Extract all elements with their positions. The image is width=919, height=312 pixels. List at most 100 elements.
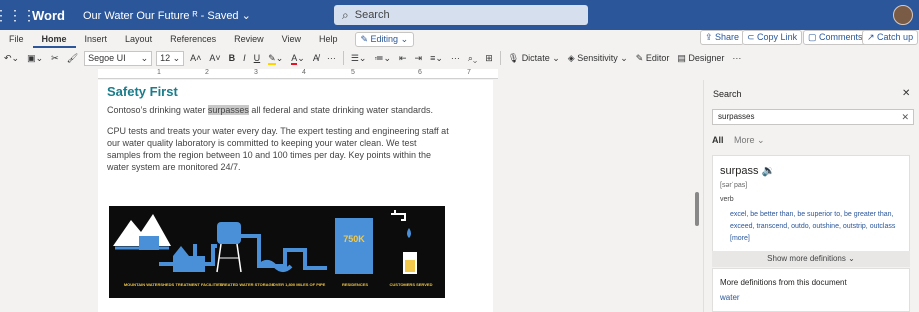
bullets-icon[interactable]: ☰⌄ — [347, 50, 371, 66]
cut-icon[interactable]: ✂ — [47, 50, 63, 66]
search-icon: ⌕ — [342, 7, 349, 22]
definition-word: surpass 🔉 — [720, 164, 775, 177]
ruler-tick: 5 — [351, 69, 355, 76]
water-drop-icon — [407, 228, 411, 238]
more-definitions-link[interactable]: water — [720, 293, 740, 302]
search-box[interactable]: ⌕ Search — [334, 5, 588, 25]
avatar[interactable] — [893, 5, 913, 25]
editing-mode-button[interactable]: ✎ Editing ⌄ — [354, 31, 415, 47]
paragraph-2: CPU tests and treats your water every da… — [107, 126, 449, 172]
font-name-select[interactable]: Segoe UI ⌄ — [84, 50, 153, 66]
treatment-facility-icon — [173, 256, 205, 272]
underline-icon[interactable]: U — [250, 50, 265, 66]
infographic-caption: MOUNTAIN WATERSHEDS — [124, 282, 175, 287]
editor-label: Editor — [645, 53, 670, 63]
document-page[interactable]: Safety First Contoso’s drinking water su… — [98, 80, 493, 312]
app-name[interactable]: Word — [32, 8, 65, 23]
dictate-button[interactable]: 🎙 Dictate ⌄ — [504, 50, 564, 66]
catch-up-button[interactable]: ↗ Catch up — [862, 30, 919, 45]
share-label: Share — [715, 32, 740, 42]
decrease-indent-icon[interactable]: ⇤ — [395, 50, 411, 66]
font-size-value: 12 — [160, 52, 171, 63]
tab-help[interactable]: Help — [310, 30, 347, 48]
font-size-select[interactable]: 12 ⌄ — [156, 50, 185, 66]
show-more-definitions-button[interactable]: Show more definitions ⌄ — [712, 251, 910, 267]
sensitivity-button[interactable]: ◈ Sensitivity ⌄ — [564, 50, 632, 66]
align-icon[interactable]: ≡⌄ — [426, 50, 447, 66]
show-more-label: Show more definitions — [767, 254, 846, 263]
ruler-tick: 3 — [254, 69, 258, 76]
highlighted-word: surpasses — [207, 105, 249, 115]
infographic-caption: TREATED WATER STORAGE — [220, 282, 275, 287]
water-infographic[interactable]: 750K MOUNTAIN WATERSHEDS TREATMENT FACIL… — [109, 206, 445, 298]
chevron-down-icon: ⌄ — [140, 52, 149, 63]
chevron-down-icon: ⌄ — [172, 52, 181, 63]
find-icon[interactable]: ⌕⌄ — [464, 50, 481, 66]
tab-file[interactable]: File — [0, 30, 33, 48]
ruler: 1 2 3 4 5 6 7 — [98, 69, 498, 79]
infographic-caption: TREATMENT FACILITIES — [175, 282, 222, 287]
page-heading: Safety First — [107, 84, 178, 99]
infographic-svg: 750K MOUNTAIN WATERSHEDS TREATMENT FACIL… — [113, 210, 433, 287]
more-definitions-title: More definitions from this document — [720, 278, 847, 287]
tab-home[interactable]: Home — [32, 30, 76, 48]
tab-layout[interactable]: Layout — [116, 30, 161, 48]
designer-button[interactable]: ▤ Designer — [673, 50, 728, 66]
sensitivity-label: Sensitivity — [577, 53, 618, 63]
speaker-icon[interactable]: 🔉 — [762, 165, 776, 177]
increase-indent-icon[interactable]: ⇥ — [411, 50, 427, 66]
chevron-down-icon: ⌄ — [241, 9, 251, 22]
search-panel-input[interactable]: surpasses ✕ — [712, 109, 914, 125]
comments-button[interactable]: ▢ Comments — [803, 30, 868, 45]
tab-insert[interactable]: Insert — [76, 30, 117, 48]
more-paragraph-icon[interactable]: ··· — [447, 50, 464, 66]
faucet-icon — [391, 210, 406, 221]
designer-label: Designer — [688, 53, 725, 63]
editor-icon: ✎ — [635, 53, 644, 63]
search-panel-title: Search — [713, 89, 742, 99]
sync-icon: ᴿ — [192, 9, 198, 22]
font-color-icon[interactable]: A⌄ — [287, 50, 309, 66]
designer-icon: ▤ — [677, 53, 686, 63]
italic-icon[interactable]: I — [239, 50, 250, 66]
highlight-icon[interactable]: ✎⌄ — [264, 50, 287, 66]
grow-font-icon[interactable]: A˄ — [186, 50, 205, 66]
paste-icon[interactable]: ▣⌄ — [23, 50, 47, 66]
copy-link-button[interactable]: ⊂ Copy Link — [742, 30, 803, 45]
undo-icon[interactable]: ↶⌄ — [0, 50, 23, 66]
editor-button[interactable]: ✎ Editor — [632, 50, 674, 66]
numbering-icon[interactable]: ≔⌄ — [370, 50, 395, 66]
filter-all[interactable]: All — [712, 135, 724, 145]
search-query: surpasses — [718, 112, 755, 121]
search-filters: All More ⌄ — [712, 135, 765, 146]
filter-more[interactable]: More ⌄ — [734, 135, 765, 145]
document-scrollbar[interactable] — [695, 192, 699, 226]
more-options-icon[interactable]: ··· — [728, 50, 745, 66]
format-painter-icon[interactable]: 🖌 — [63, 50, 82, 66]
styles-icon[interactable]: ⊞ — [481, 50, 497, 66]
document-title: Our Water Our Future — [82, 9, 190, 22]
tab-view[interactable]: View — [273, 30, 310, 48]
tab-review[interactable]: Review — [225, 30, 273, 48]
synonyms-list[interactable]: excel, be better than, be superior to, b… — [730, 209, 905, 245]
clear-format-icon[interactable]: A̸ — [309, 50, 323, 66]
close-icon[interactable]: ✕ — [902, 88, 910, 99]
document-name[interactable]: Our Water Our Future ᴿ - Saved ⌄ — [83, 9, 251, 22]
tank-label: 750K — [343, 234, 365, 244]
paragraph-1-after: all federal and state drinking water sta… — [248, 105, 434, 115]
shrink-font-icon[interactable]: A˅ — [205, 50, 224, 66]
tab-references[interactable]: References — [161, 30, 225, 48]
ruler-tick: 1 — [157, 69, 161, 76]
filter-more-label: More — [734, 135, 755, 145]
paragraph-1-before: Contoso’s drinking water — [107, 105, 208, 115]
ruler-tick: 2 — [205, 69, 209, 76]
water-tower-icon — [217, 222, 241, 244]
sensitivity-icon: ◈ — [567, 53, 575, 63]
bold-icon[interactable]: B — [225, 50, 240, 66]
app-launcher-icon[interactable]: ⋮⋮⋮ — [0, 0, 36, 30]
share-button[interactable]: ⇪ Share — [700, 30, 745, 45]
more-definitions-card: More definitions from this document wate… — [712, 268, 910, 312]
clear-icon[interactable]: ✕ — [901, 110, 909, 124]
more-font-icon[interactable]: ··· — [323, 50, 340, 66]
infographic-caption: CUSTOMERS SERVED — [390, 282, 433, 287]
